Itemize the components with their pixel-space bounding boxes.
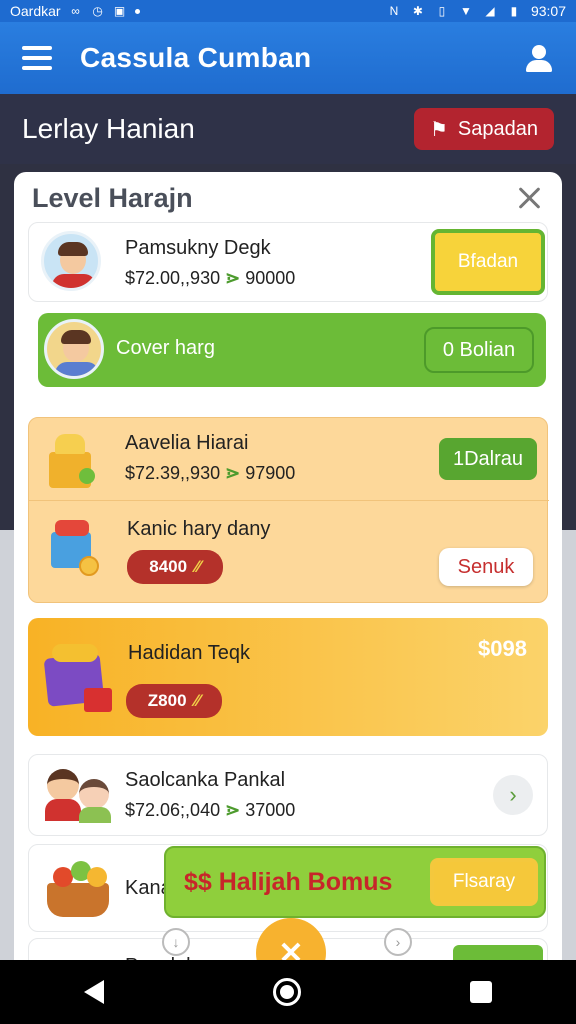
home-icon[interactable] — [272, 978, 301, 1006]
gift-basket-icon — [45, 432, 95, 488]
battery-icon: ▮ — [510, 4, 518, 18]
sapadan-label: Sapadan — [457, 117, 538, 140]
scroll-right-icon[interactable]: › — [384, 928, 412, 956]
divider — [29, 500, 549, 501]
spark-icon: ⁄⁄ — [194, 691, 201, 710]
avatar — [41, 231, 101, 291]
sapadan-button[interactable]: ⚑ Sapadan — [413, 108, 554, 150]
wifi-icon: ▼ — [460, 4, 472, 18]
recent-icon[interactable] — [469, 981, 492, 1003]
carrier-label: Oardkar — [10, 3, 61, 19]
alarm-icon: ◷ — [92, 4, 103, 18]
dot-icon — [134, 8, 140, 14]
menu-icon[interactable] — [22, 46, 52, 70]
item-name: Hadidan Teqk — [128, 642, 250, 664]
chevron-right-icon[interactable]: › — [493, 775, 533, 815]
app-title: Cassula Cumban — [80, 42, 312, 73]
bluetooth-icon: ✱ — [412, 4, 423, 18]
item-name: Pamsukny Degk — [125, 237, 271, 259]
status-bar: Oardkar ∞ ◷ ▣ N ✱ ▯ ▼ ◢ ▮ 93:07 — [0, 0, 576, 22]
bolian-button[interactable]: 0 Bolian — [424, 327, 534, 373]
notification-icon: ▣ — [113, 4, 126, 18]
nfc-icon: N — [389, 4, 399, 18]
fruit-basket-icon — [43, 853, 113, 919]
peach-group: Aavelia Hiarai $72.39,,930 ⋗ 97900 1Dalr… — [28, 417, 549, 603]
scroll-left-icon[interactable]: ↓ — [162, 928, 190, 956]
bfadan-button[interactable]: Bfadan — [431, 229, 545, 295]
back-icon[interactable] — [84, 980, 105, 1004]
bonus-text: $$ Halijah Bomus — [184, 868, 393, 896]
vibrate-icon: ▯ — [438, 4, 446, 18]
item-name: Kanic hary dany — [127, 518, 271, 540]
item-meta: $72.00,,930 ⋗ 90000 — [125, 268, 296, 288]
gift-box-icon — [43, 518, 99, 578]
modal-header: Level Harajn — [14, 172, 562, 224]
flag-icon: ⚑ — [429, 118, 448, 141]
item-meta: $72.06;,040 ⋗ 37000 — [125, 800, 296, 820]
couple-avatar-icon — [43, 765, 115, 825]
page-title: Lerlay Hanian — [22, 113, 195, 144]
arrow-icon: ⋗ — [225, 463, 241, 483]
price-pill[interactable]: 8400 ⁄⁄ — [127, 550, 223, 584]
list-item-hadidan[interactable]: Hadidan Teqk Z800 ⁄⁄ $098 — [28, 618, 548, 736]
list-item-saolcanka[interactable]: Saolcanka Pankal $72.06;,040 ⋗ 37000 › — [28, 754, 548, 836]
item-name: Saolcanka Pankal — [125, 769, 286, 791]
arrow-icon: ⋗ — [225, 268, 241, 288]
app-bar: Cassula Cumban — [0, 22, 576, 94]
item-meta: $72.39,,930 ⋗ 97900 — [125, 463, 296, 483]
list-item-pamsukny[interactable]: Pamsukny Degk $72.00,,930 ⋗ 90000 Bfadan — [28, 222, 548, 302]
item-name: Cover harg — [116, 337, 215, 359]
clock: 93:07 — [530, 3, 566, 19]
signal-icon: ◢ — [485, 4, 495, 18]
price-pill[interactable]: Z800 ⁄⁄ — [126, 684, 222, 718]
level-modal: Level Harajn Pamsukny Degk $72.00,,930 ⋗… — [14, 172, 562, 972]
dalrau-button[interactable]: 1Dalrau — [439, 438, 537, 480]
close-icon[interactable] — [516, 184, 544, 212]
shopping-bag-icon — [42, 640, 114, 716]
user-icon[interactable] — [524, 43, 554, 73]
spark-icon: ⁄⁄ — [195, 557, 201, 576]
sub-header: Lerlay Hanian ⚑ Sapadan — [0, 94, 576, 164]
bonus-banner[interactable]: $$ Halijah Bomus Flsaray — [164, 846, 546, 918]
modal-title: Level Harajn — [32, 182, 193, 213]
system-nav-bar — [0, 960, 576, 1024]
item-name: Aavelia Hiarai — [125, 432, 249, 454]
flsaray-button[interactable]: Flsaray — [430, 858, 538, 906]
senuk-button[interactable]: Senuk — [439, 548, 533, 586]
link-icon: ∞ — [71, 4, 80, 18]
arrow-icon: ⋗ — [225, 800, 241, 820]
list-item-cover-harg[interactable]: Cover harg 0 Bolian — [38, 313, 546, 387]
avatar — [44, 319, 104, 379]
item-price: $098 — [478, 636, 527, 661]
